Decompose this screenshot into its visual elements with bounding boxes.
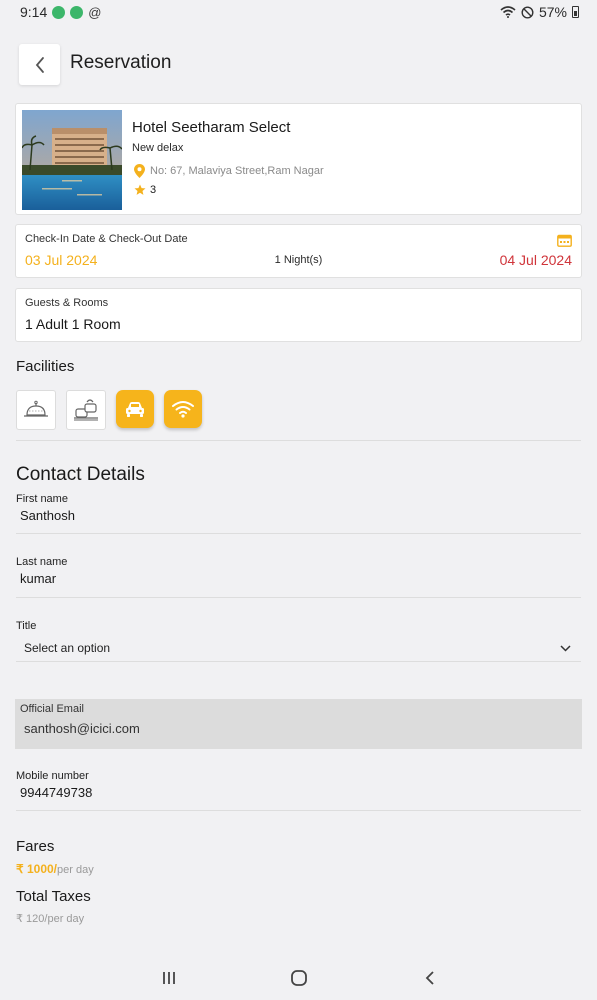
title-underline bbox=[16, 661, 581, 662]
recent-apps-button[interactable] bbox=[154, 968, 184, 988]
room-service-icon bbox=[24, 400, 48, 417]
wifi-icon bbox=[500, 6, 516, 18]
last-name-label: Last name bbox=[16, 556, 68, 568]
room-type: New delax bbox=[132, 142, 184, 154]
first-name-label: First name bbox=[16, 493, 68, 505]
chevron-down-icon bbox=[560, 644, 571, 652]
status-bar: 9:14 @ 57% bbox=[0, 0, 597, 24]
date-card[interactable]: Check-In Date & Check-Out Date 03 Jul 20… bbox=[15, 224, 582, 278]
location-pin-icon bbox=[134, 164, 145, 178]
last-name-underline bbox=[16, 597, 581, 598]
page-title: Reservation bbox=[70, 52, 172, 73]
laundry-icon bbox=[74, 399, 98, 421]
contact-details-title: Contact Details bbox=[16, 464, 145, 485]
battery-percent: 57% bbox=[538, 4, 567, 20]
mobile-number-label: Mobile number bbox=[16, 770, 89, 782]
system-back-button[interactable] bbox=[415, 968, 445, 988]
hotel-address: No: 67, Malaviya Street,Ram Nagar bbox=[150, 165, 324, 177]
wifi-icon bbox=[172, 401, 194, 418]
official-email-value: santhosh@icici.com bbox=[24, 721, 140, 736]
fare-amount: ₹ 1000/ bbox=[16, 862, 57, 876]
home-icon bbox=[291, 970, 307, 986]
battery-icon bbox=[572, 6, 579, 18]
section-divider bbox=[16, 440, 581, 441]
star-icon bbox=[134, 184, 146, 195]
recent-apps-icon bbox=[163, 972, 175, 984]
nights-count: 1 Night(s) bbox=[274, 254, 323, 266]
back-icon bbox=[425, 971, 434, 985]
facilities-title: Facilities bbox=[16, 358, 75, 375]
facility-laundry bbox=[66, 390, 106, 430]
date-label: Check-In Date & Check-Out Date bbox=[25, 233, 188, 245]
hotel-card[interactable]: Hotel Seetharam Select New delax No: 67,… bbox=[15, 103, 582, 215]
last-name-field[interactable]: kumar bbox=[20, 571, 56, 586]
guests-value: 1 Adult 1 Room bbox=[25, 316, 121, 332]
title-select-value: Select an option bbox=[24, 641, 111, 655]
fare-amount-line: ₹ 1000/per day bbox=[16, 862, 94, 876]
home-button[interactable] bbox=[284, 968, 314, 988]
notification-icon bbox=[52, 5, 66, 19]
facility-wifi bbox=[164, 390, 202, 428]
mobile-number-underline bbox=[16, 810, 581, 811]
back-button[interactable] bbox=[19, 44, 60, 85]
first-name-field[interactable]: Santhosh bbox=[20, 508, 75, 523]
guests-label: Guests & Rooms bbox=[25, 297, 109, 309]
hotel-image bbox=[22, 110, 122, 210]
calendar-icon[interactable] bbox=[557, 234, 572, 247]
official-email-label: Official Email bbox=[20, 703, 84, 715]
notification-icon bbox=[70, 5, 84, 19]
hotel-name: Hotel Seetharam Select bbox=[132, 119, 291, 136]
address-row: No: 67, Malaviya Street,Ram Nagar bbox=[134, 164, 324, 178]
facility-room-service bbox=[16, 390, 56, 430]
title-label: Title bbox=[16, 620, 37, 632]
rating-row: 3 bbox=[134, 184, 156, 196]
system-nav-bar bbox=[0, 955, 597, 1000]
official-email-field[interactable]: Official Email santhosh@icici.com bbox=[15, 699, 582, 749]
fares-title: Fares bbox=[16, 838, 55, 855]
check-out-date: 04 Jul 2024 bbox=[499, 252, 572, 268]
guests-card[interactable]: Guests & Rooms 1 Adult 1 Room bbox=[15, 288, 582, 342]
title-select[interactable]: Select an option bbox=[16, 636, 581, 660]
car-icon bbox=[126, 402, 144, 417]
total-taxes-title: Total Taxes bbox=[16, 888, 91, 905]
at-sign-icon: @ bbox=[88, 4, 102, 20]
do-not-disturb-icon bbox=[521, 5, 534, 19]
facilities-row bbox=[16, 390, 202, 430]
total-taxes-amount: ₹ 120/per day bbox=[16, 913, 85, 925]
first-name-underline bbox=[16, 533, 581, 534]
fare-per-day: per day bbox=[57, 864, 94, 876]
facility-car bbox=[116, 390, 154, 428]
status-time: 9:14 bbox=[20, 4, 48, 20]
hotel-rating: 3 bbox=[150, 184, 157, 196]
header: Reservation bbox=[0, 40, 597, 86]
mobile-number-field[interactable]: 9944749738 bbox=[20, 785, 92, 800]
chevron-left-icon bbox=[35, 56, 44, 73]
